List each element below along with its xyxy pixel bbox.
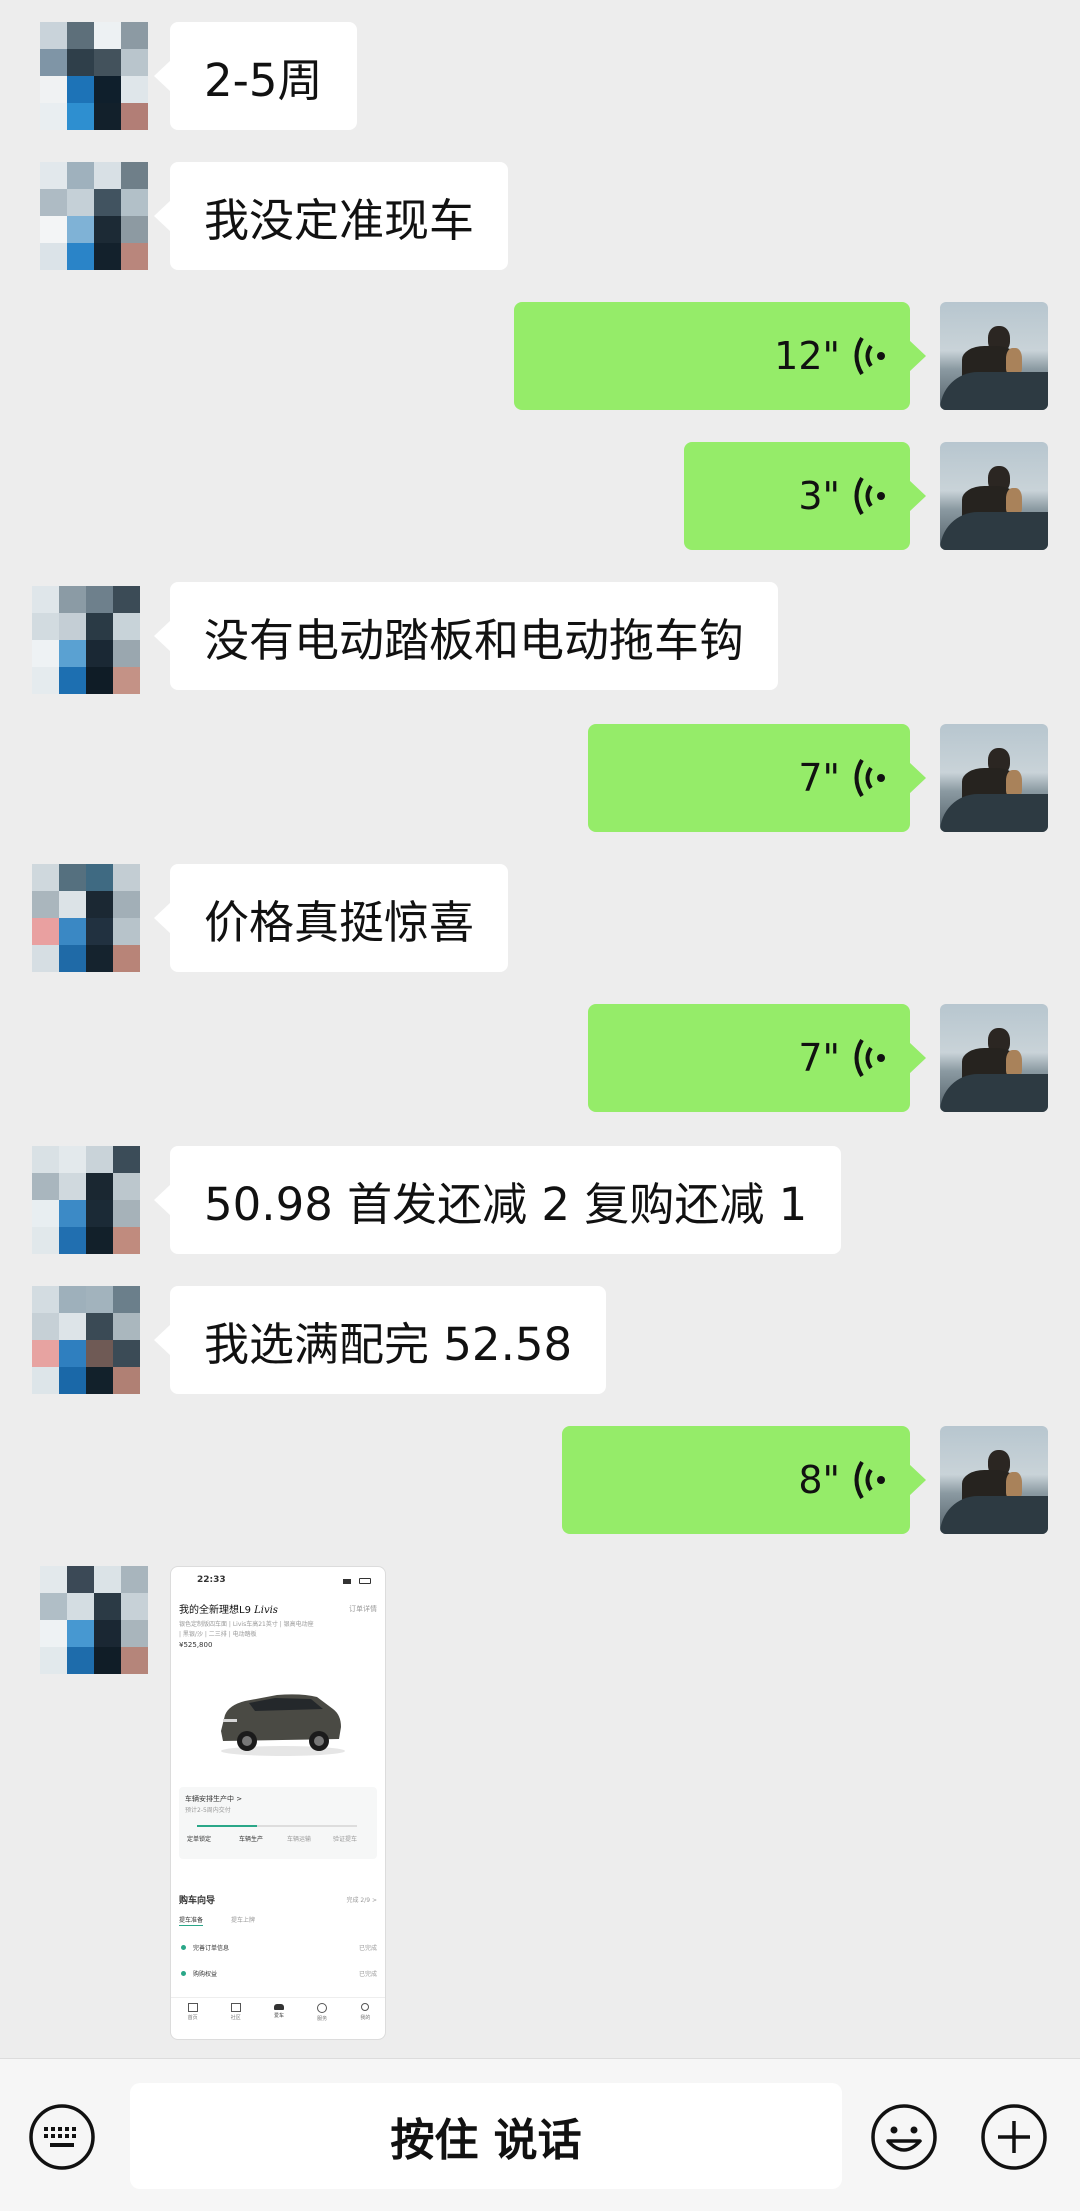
chat-area[interactable]: 2-5周 我没定准现车 12" 3" 没有电动踏板和电动拖车钩 7" 价格真挺惊… — [0, 0, 1080, 2058]
order-detail-link: 订单详情 — [349, 1605, 377, 1613]
emoji-icon[interactable] — [870, 2103, 938, 2171]
voice-wave-icon — [854, 1460, 885, 1500]
plus-icon[interactable] — [980, 2103, 1048, 2171]
preview-desc: 银色定制版四车面 | Livis车高21英寸 | 银高电动座 — [179, 1621, 314, 1628]
voice-duration: 3" — [798, 474, 840, 518]
voice-wave-icon — [854, 476, 885, 516]
preview-price: ¥525,800 — [179, 1641, 213, 1649]
contact-avatar[interactable] — [40, 22, 148, 130]
progress-step: 车辆生产 — [239, 1836, 264, 1843]
voice-message-bubble[interactable]: 12" — [514, 302, 926, 410]
voice-duration: 7" — [798, 1036, 840, 1080]
message-text: 我没定准现车 — [204, 193, 475, 247]
keyboard-icon[interactable] — [28, 2103, 96, 2171]
preview-nav: 首页 社区 爱车 服务 我的 — [171, 2003, 385, 2037]
message-bubble[interactable]: 50.98 首发还减 2 复购还减 1 — [153, 1146, 842, 1254]
user-avatar[interactable] — [940, 1004, 1048, 1112]
preview-time: 22:33 — [197, 1575, 226, 1585]
voice-wave-icon — [854, 336, 885, 376]
status-title: 车辆安排生产中 > — [185, 1795, 243, 1803]
guide-item-label: 完善订单信息 — [193, 1945, 230, 1952]
profile-icon — [361, 2003, 370, 2011]
list-dot — [181, 1945, 186, 1950]
message-text: 没有电动踏板和电动拖车钩 — [204, 613, 745, 667]
voice-wave-icon — [854, 1038, 885, 1078]
status-icons — [343, 1578, 371, 1584]
contact-avatar[interactable] — [40, 162, 148, 270]
preview-title: 我的全新理想L9 Livis — [179, 1605, 278, 1616]
user-avatar[interactable] — [940, 1426, 1048, 1534]
voice-duration: 12" — [774, 334, 840, 378]
user-avatar[interactable] — [940, 302, 1048, 410]
guide-progress: 完成 2/9 > — [346, 1897, 378, 1904]
progress-fill — [197, 1825, 257, 1827]
nav-item: 服务 — [317, 2003, 327, 2037]
voice-message-bubble[interactable]: 8" — [562, 1426, 926, 1534]
voice-message-bubble[interactable]: 3" — [684, 442, 926, 550]
guide-item-label: 购购权益 — [193, 1971, 218, 1978]
contact-avatar[interactable] — [32, 864, 140, 972]
community-icon — [230, 2003, 241, 2012]
message-text: 我选满配完 52.58 — [204, 1317, 573, 1371]
hold-to-talk-button[interactable]: 按住 说话 — [130, 2083, 842, 2189]
guide-tab: 提车上牌 — [231, 1917, 256, 1924]
progress-step: 车辆运输 — [287, 1836, 312, 1843]
voice-duration: 8" — [798, 1458, 840, 1502]
home-icon — [187, 2003, 198, 2012]
contact-avatar[interactable] — [32, 1146, 140, 1254]
user-avatar[interactable] — [940, 724, 1048, 832]
guide-item-status: 已完成 — [358, 1971, 377, 1978]
preview-desc: | 黑银/沙 | 二三排 | 电动踏板 — [179, 1631, 257, 1638]
voice-message-bubble[interactable]: 7" — [588, 1004, 926, 1112]
nav-item: 我的 — [360, 2003, 370, 2037]
message-bubble[interactable]: 2-5周 — [154, 22, 357, 130]
car-image — [221, 1694, 345, 1756]
voice-wave-icon — [854, 758, 885, 798]
nav-item: 爱车 — [273, 2003, 284, 2037]
contact-avatar[interactable] — [40, 1566, 148, 1674]
message-bubble[interactable]: 没有电动踏板和电动拖车钩 — [153, 582, 779, 690]
image-message[interactable]: 22:33 我的全新理想L9 Livis 订单详情 银色定制版四车面 | Liv… — [170, 1566, 386, 2040]
message-bubble[interactable]: 价格真挺惊喜 — [153, 864, 509, 972]
message-bubble[interactable]: 我选满配完 52.58 — [153, 1286, 607, 1394]
message-text: 2-5周 — [204, 53, 323, 107]
input-bar: 按住 说话 — [0, 2058, 1080, 2211]
progress-step: 验证提车 — [333, 1836, 358, 1843]
message-text: 50.98 首发还减 2 复购还减 1 — [204, 1177, 808, 1231]
guide-tab: 提车准备 — [179, 1917, 204, 1926]
guide-item-status: 已完成 — [358, 1945, 377, 1952]
service-icon — [317, 2003, 328, 2013]
nav-divider — [171, 1997, 385, 1998]
list-dot — [181, 1971, 186, 1976]
guide-title: 购车向导 — [179, 1896, 216, 1906]
progress-step: 定单锁定 — [187, 1836, 212, 1843]
message-bubble[interactable]: 我没定准现车 — [153, 162, 509, 270]
contact-avatar[interactable] — [32, 586, 140, 694]
contact-avatar[interactable] — [32, 1286, 140, 1394]
status-sub: 预计2-5周内交付 — [185, 1807, 231, 1814]
voice-duration: 7" — [798, 756, 840, 800]
user-avatar[interactable] — [940, 442, 1048, 550]
car-icon — [273, 2004, 284, 2010]
nav-item: 首页 — [187, 2003, 198, 2037]
voice-message-bubble[interactable]: 7" — [588, 724, 926, 832]
nav-item: 社区 — [230, 2003, 241, 2037]
message-text: 价格真挺惊喜 — [204, 895, 475, 949]
